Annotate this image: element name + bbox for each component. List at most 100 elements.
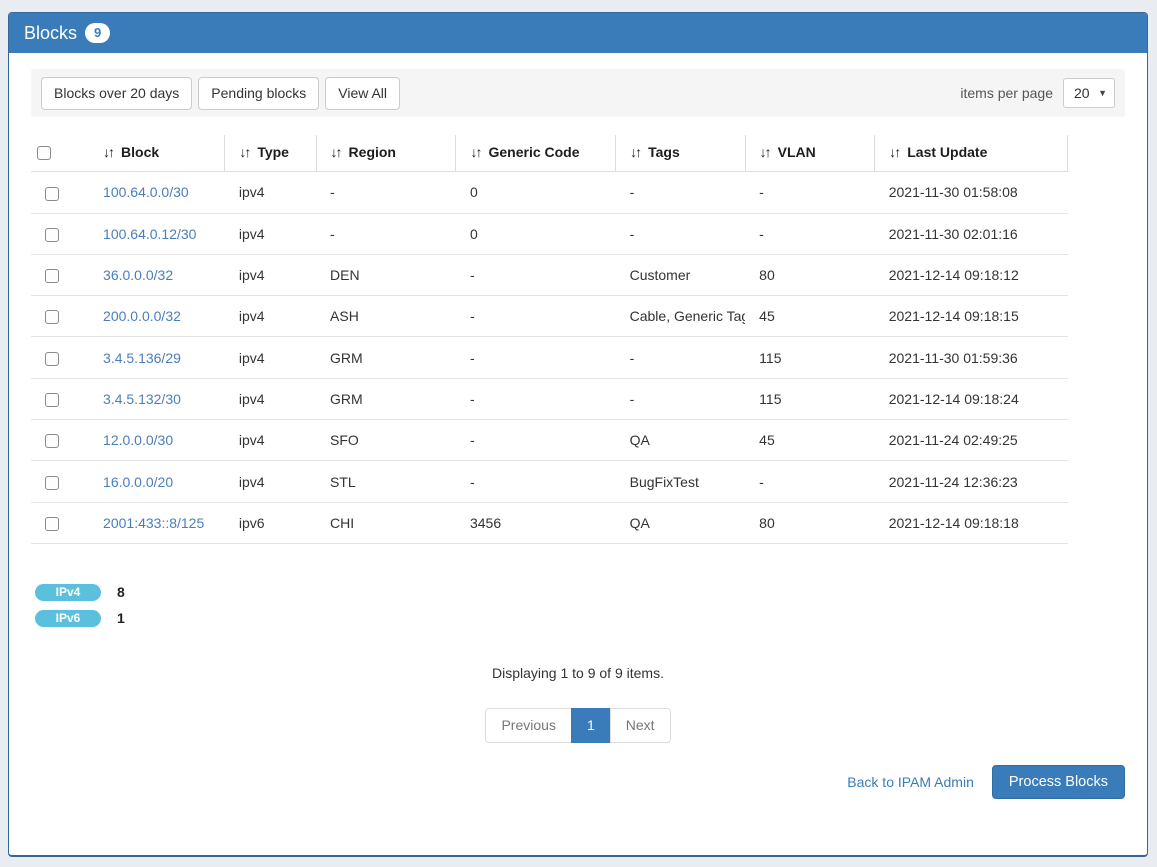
cell-generic-code: - — [456, 420, 616, 461]
back-to-ipam-admin-link[interactable]: Back to IPAM Admin — [847, 774, 974, 790]
type-summary: IPv4 8 IPv6 1 — [35, 584, 1125, 627]
column-header-vlan[interactable]: ↓↑VLAN — [745, 135, 875, 172]
row-checkbox[interactable] — [45, 517, 59, 531]
column-label: Region — [349, 144, 396, 160]
cell-vlan: 115 — [745, 378, 875, 419]
items-per-page-select[interactable]: 20 ▼ — [1063, 78, 1115, 108]
cell-last-update: 2021-12-14 09:18:24 — [875, 378, 1068, 419]
cell-region: GRM — [316, 378, 456, 419]
column-header-block[interactable]: ↓↑ Block — [89, 135, 225, 172]
select-all-checkbox[interactable] — [37, 146, 51, 160]
row-checkbox[interactable] — [45, 476, 59, 490]
block-link[interactable]: 100.64.0.0/30 — [103, 184, 189, 200]
row-checkbox-cell — [31, 337, 89, 378]
block-link[interactable]: 3.4.5.132/30 — [103, 391, 181, 407]
cell-vlan: - — [745, 213, 875, 254]
blocks-over-20-days-button[interactable]: Blocks over 20 days — [41, 77, 192, 110]
block-link[interactable]: 3.4.5.136/29 — [103, 350, 181, 366]
cell-vlan: 80 — [745, 254, 875, 295]
cell-tags: - — [616, 213, 746, 254]
table-row: 36.0.0.0/32 ipv4 DEN - Customer 80 2021-… — [31, 254, 1068, 295]
table-row: 200.0.0.0/32 ipv4 ASH - Cable, Generic T… — [31, 296, 1068, 337]
row-checkbox-cell — [31, 172, 89, 213]
block-link[interactable]: 100.64.0.12/30 — [103, 226, 196, 242]
cell-generic-code: 0 — [456, 172, 616, 213]
paging-status: Displaying 1 to 9 of 9 items. — [31, 665, 1125, 681]
cell-last-update: 2021-12-14 09:18:12 — [875, 254, 1068, 295]
row-checkbox[interactable] — [45, 352, 59, 366]
row-checkbox-cell — [31, 254, 89, 295]
row-checkbox-cell — [31, 502, 89, 543]
cell-type: ipv4 — [225, 378, 316, 419]
row-checkbox[interactable] — [45, 228, 59, 242]
cell-generic-code: 0 — [456, 213, 616, 254]
cell-region: SFO — [316, 420, 456, 461]
cell-tags: - — [616, 378, 746, 419]
view-all-button[interactable]: View All — [325, 77, 400, 110]
sort-icon: ↓↑ — [630, 144, 640, 160]
cell-last-update: 2021-11-30 01:59:36 — [875, 337, 1068, 378]
table-row: 100.64.0.12/30 ipv4 - 0 - - 2021-11-30 0… — [31, 213, 1068, 254]
table-header: ↓↑ Block ↓↑Type ↓↑ Region ↓↑Generic Code ↓… — [31, 135, 1068, 172]
block-link[interactable]: 16.0.0.0/20 — [103, 474, 173, 490]
sort-icon: ↓↑ — [760, 144, 770, 160]
cell-vlan: - — [745, 172, 875, 213]
panel-header: Blocks 9 — [9, 13, 1147, 53]
cell-type: ipv4 — [225, 172, 316, 213]
pager: Previous 1 Next — [485, 708, 670, 743]
items-per-page: items per page 20 ▼ — [960, 78, 1115, 108]
cell-last-update: 2021-12-14 09:18:15 — [875, 296, 1068, 337]
table-row: 16.0.0.0/20 ipv4 STL - BugFixTest - 2021… — [31, 461, 1068, 502]
cell-block: 2001:433::8/125 — [89, 502, 225, 543]
cell-vlan: - — [745, 461, 875, 502]
cell-region: STL — [316, 461, 456, 502]
row-checkbox[interactable] — [45, 269, 59, 283]
sort-icon: ↓↑ — [103, 144, 113, 160]
row-checkbox[interactable] — [45, 434, 59, 448]
column-label: Block — [121, 144, 159, 160]
cell-type: ipv4 — [225, 296, 316, 337]
row-checkbox[interactable] — [45, 310, 59, 324]
cell-last-update: 2021-11-24 12:36:23 — [875, 461, 1068, 502]
cell-block: 16.0.0.0/20 — [89, 461, 225, 502]
cell-vlan: 115 — [745, 337, 875, 378]
cell-last-update: 2021-11-24 02:49:25 — [875, 420, 1068, 461]
cell-block: 3.4.5.136/29 — [89, 337, 225, 378]
ipv4-badge: IPv4 — [35, 584, 101, 601]
column-header-last-update[interactable]: ↓↑Last Update — [875, 135, 1068, 172]
block-link[interactable]: 12.0.0.0/30 — [103, 432, 173, 448]
next-page-button[interactable]: Next — [610, 708, 671, 743]
cell-generic-code: - — [456, 337, 616, 378]
row-checkbox-cell — [31, 461, 89, 502]
items-per-page-value: 20 — [1074, 85, 1090, 101]
row-checkbox[interactable] — [45, 187, 59, 201]
filter-button-group: Blocks over 20 days Pending blocks View … — [41, 77, 400, 110]
cell-last-update: 2021-11-30 01:58:08 — [875, 172, 1068, 213]
cell-block: 100.64.0.12/30 — [89, 213, 225, 254]
column-header-generic-code[interactable]: ↓↑Generic Code — [456, 135, 616, 172]
sort-icon: ↓↑ — [331, 144, 341, 160]
block-link[interactable]: 2001:433::8/125 — [103, 515, 204, 531]
row-checkbox-cell — [31, 296, 89, 337]
previous-page-button[interactable]: Previous — [485, 708, 571, 743]
column-header-tags[interactable]: ↓↑Tags — [616, 135, 746, 172]
page-1-button[interactable]: 1 — [571, 708, 611, 743]
ipv6-summary-row: IPv6 1 — [35, 610, 1125, 627]
cell-type: ipv4 — [225, 337, 316, 378]
column-header-region[interactable]: ↓↑ Region — [316, 135, 456, 172]
cell-type: ipv4 — [225, 213, 316, 254]
items-per-page-label: items per page — [960, 85, 1053, 101]
ipv4-summary-row: IPv4 8 — [35, 584, 1125, 601]
column-header-type[interactable]: ↓↑Type — [225, 135, 316, 172]
row-checkbox[interactable] — [45, 393, 59, 407]
block-link[interactable]: 36.0.0.0/32 — [103, 267, 173, 283]
cell-type: ipv4 — [225, 254, 316, 295]
pending-blocks-button[interactable]: Pending blocks — [198, 77, 319, 110]
process-blocks-button[interactable]: Process Blocks — [992, 765, 1125, 799]
cell-tags: - — [616, 337, 746, 378]
cell-vlan: 45 — [745, 296, 875, 337]
panel-body: Blocks over 20 days Pending blocks View … — [9, 53, 1147, 855]
blocks-count-badge: 9 — [85, 23, 110, 43]
block-link[interactable]: 200.0.0.0/32 — [103, 308, 181, 324]
cell-region: CHI — [316, 502, 456, 543]
